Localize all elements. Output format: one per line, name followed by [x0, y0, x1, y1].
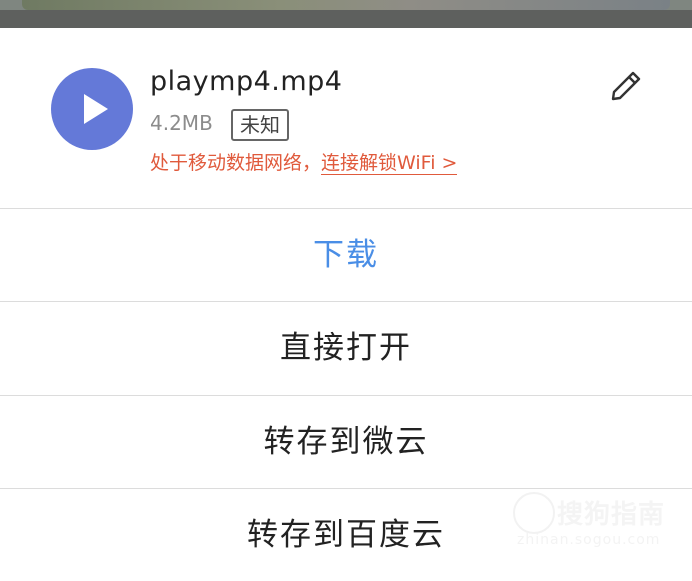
- download-button[interactable]: 下载: [0, 209, 692, 301]
- watermark-brand: 搜狗指南: [557, 500, 666, 530]
- dim-overlay: [0, 10, 692, 28]
- network-notice: 处于移动数据网络，连接解锁WiFi >: [150, 148, 458, 175]
- open-directly-button[interactable]: 直接打开: [0, 302, 692, 394]
- video-backdrop: [0, 0, 692, 28]
- file-size: 4.2MB: [150, 111, 213, 135]
- play-button[interactable]: [51, 68, 133, 150]
- watermark-url: zhinan.sogou.com: [517, 532, 661, 548]
- file-info-header: playmp4.mp4 4.2MB 未知 处于移动数据网络，连接解锁WiFi >: [0, 28, 692, 208]
- file-type-badge: 未知: [231, 109, 289, 141]
- connect-wifi-link[interactable]: 连接解锁WiFi >: [321, 152, 458, 175]
- file-name: playmp4.mp4: [150, 66, 343, 97]
- pencil-icon: [611, 71, 641, 101]
- play-icon: [84, 94, 108, 124]
- rename-button[interactable]: [606, 66, 646, 106]
- network-notice-text: 处于移动数据网络，: [150, 152, 322, 174]
- sogou-logo-icon: [513, 492, 555, 534]
- save-to-weiyun-button[interactable]: 转存到微云: [0, 396, 692, 488]
- video-preview: [22, 0, 670, 10]
- sogou-watermark: 搜狗指南 zhinan.sogou.com: [513, 492, 683, 550]
